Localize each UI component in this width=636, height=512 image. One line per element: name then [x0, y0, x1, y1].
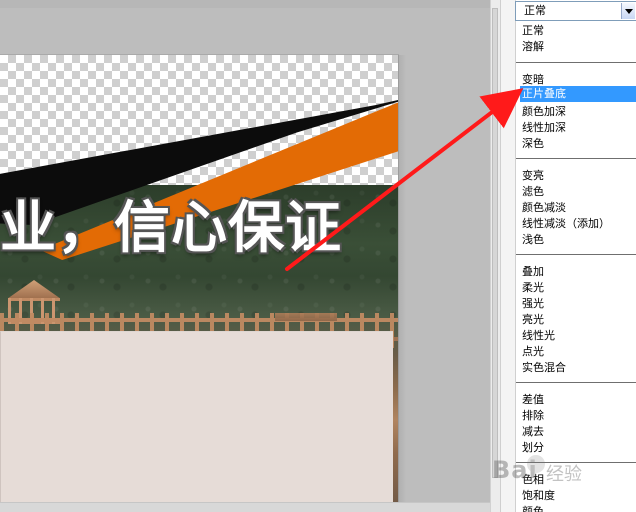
canvas-shadow — [398, 55, 406, 512]
blend-mode-select[interactable]: 正常 — [515, 1, 636, 21]
blend-mode-panel: 正常 正常 溶解 变暗 正片叠底 颜色加深 线性加深 深色 变亮 滤色 颜色减淡 — [500, 0, 636, 512]
menu-item-overlay[interactable]: 叠加 — [522, 264, 636, 280]
menu-item-difference[interactable]: 差值 — [522, 392, 636, 408]
vertical-scroll-thumb[interactable] — [492, 8, 498, 478]
menu-item-hue[interactable]: 色相 — [522, 472, 636, 488]
menu-item-linear-dodge[interactable]: 线性减淡（添加） — [522, 216, 636, 232]
menu-item-exclusion[interactable]: 排除 — [522, 408, 636, 424]
menu-item-color[interactable]: 颜色 — [522, 504, 636, 512]
blend-mode-dropdown-list: 正常 溶解 变暗 正片叠底 颜色加深 线性加深 深色 变亮 滤色 颜色减淡 线性… — [515, 21, 636, 512]
menu-item-hard-mix[interactable]: 实色混合 — [522, 360, 636, 376]
menu-item-darker-color[interactable]: 深色 — [522, 136, 636, 152]
menu-item-subtract[interactable]: 减去 — [522, 424, 636, 440]
menu-item-multiply[interactable]: 正片叠底 — [520, 86, 636, 102]
menu-item-color-burn[interactable]: 颜色加深 — [522, 104, 636, 120]
chevron-down-icon[interactable] — [621, 3, 635, 19]
menu-item-pin-light[interactable]: 点光 — [522, 344, 636, 360]
menu-item-lighten[interactable]: 变亮 — [522, 168, 636, 184]
separator — [516, 62, 636, 63]
menu-item-divide[interactable]: 划分 — [522, 440, 636, 456]
horizontal-scroll-area[interactable] — [0, 502, 490, 512]
workspace-top-strip — [0, 0, 500, 8]
workspace: 业，信心保证 — [0, 0, 500, 512]
separator — [516, 158, 636, 159]
menu-item-screen[interactable]: 滤色 — [522, 184, 636, 200]
menu-item-vivid-light[interactable]: 亮光 — [522, 312, 636, 328]
separator — [516, 462, 636, 463]
menu-item-normal[interactable]: 正常 — [522, 23, 636, 39]
menu-item-color-dodge[interactable]: 颜色减淡 — [522, 200, 636, 216]
menu-item-lighter-color[interactable]: 浅色 — [522, 232, 636, 248]
menu-item-soft-light[interactable]: 柔光 — [522, 280, 636, 296]
canvas-headline: 业，信心保证 — [0, 196, 342, 261]
photoshop-blend-mode-screenshot: 业，信心保证 正常 正常 溶解 变暗 正片叠底 颜色加深 线性加深 深色 变亮 … — [0, 0, 636, 512]
separator — [516, 254, 636, 255]
menu-item-linear-light[interactable]: 线性光 — [522, 328, 636, 344]
pavilion-roof — [8, 280, 60, 298]
vertical-scrollbar[interactable] — [490, 0, 500, 512]
menu-item-linear-burn[interactable]: 线性加深 — [522, 120, 636, 136]
blend-mode-current-value: 正常 — [524, 4, 546, 17]
right-railing — [275, 313, 337, 321]
menu-item-dissolve[interactable]: 溶解 — [522, 39, 636, 55]
menu-item-hard-light[interactable]: 强光 — [522, 296, 636, 312]
separator — [516, 382, 636, 383]
menu-item-saturation[interactable]: 饱和度 — [522, 488, 636, 504]
lower-overlay-panel — [0, 331, 393, 512]
